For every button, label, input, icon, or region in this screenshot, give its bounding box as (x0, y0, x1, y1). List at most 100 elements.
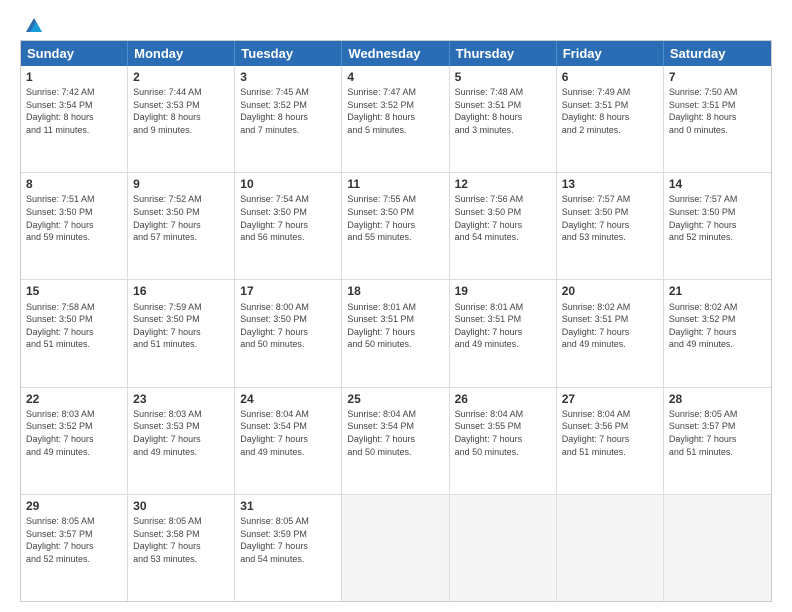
day-number: 8 (26, 176, 122, 192)
day-number: 13 (562, 176, 658, 192)
cell-info: Sunrise: 7:47 AMSunset: 3:52 PMDaylight:… (347, 86, 443, 136)
cell-info: Sunrise: 8:01 AMSunset: 3:51 PMDaylight:… (347, 301, 443, 351)
calendar-cell: 28Sunrise: 8:05 AMSunset: 3:57 PMDayligh… (664, 388, 771, 494)
calendar-cell (450, 495, 557, 601)
calendar-cell: 5Sunrise: 7:48 AMSunset: 3:51 PMDaylight… (450, 66, 557, 172)
cell-info: Sunrise: 8:02 AMSunset: 3:51 PMDaylight:… (562, 301, 658, 351)
calendar-cell (664, 495, 771, 601)
day-number: 15 (26, 283, 122, 299)
cell-info: Sunrise: 8:03 AMSunset: 3:52 PMDaylight:… (26, 408, 122, 458)
cell-info: Sunrise: 8:05 AMSunset: 3:59 PMDaylight:… (240, 515, 336, 565)
calendar-header-cell: Tuesday (235, 41, 342, 66)
calendar-header-cell: Monday (128, 41, 235, 66)
day-number: 4 (347, 69, 443, 85)
cell-info: Sunrise: 7:54 AMSunset: 3:50 PMDaylight:… (240, 193, 336, 243)
calendar-cell: 27Sunrise: 8:04 AMSunset: 3:56 PMDayligh… (557, 388, 664, 494)
day-number: 16 (133, 283, 229, 299)
logo-icon (22, 16, 44, 34)
cell-info: Sunrise: 7:59 AMSunset: 3:50 PMDaylight:… (133, 301, 229, 351)
calendar-cell: 31Sunrise: 8:05 AMSunset: 3:59 PMDayligh… (235, 495, 342, 601)
day-number: 30 (133, 498, 229, 514)
day-number: 11 (347, 176, 443, 192)
day-number: 25 (347, 391, 443, 407)
cell-info: Sunrise: 7:56 AMSunset: 3:50 PMDaylight:… (455, 193, 551, 243)
calendar-cell: 11Sunrise: 7:55 AMSunset: 3:50 PMDayligh… (342, 173, 449, 279)
day-number: 21 (669, 283, 766, 299)
day-number: 28 (669, 391, 766, 407)
day-number: 10 (240, 176, 336, 192)
cell-info: Sunrise: 8:04 AMSunset: 3:54 PMDaylight:… (240, 408, 336, 458)
cell-info: Sunrise: 7:49 AMSunset: 3:51 PMDaylight:… (562, 86, 658, 136)
calendar-cell: 12Sunrise: 7:56 AMSunset: 3:50 PMDayligh… (450, 173, 557, 279)
calendar-cell: 29Sunrise: 8:05 AMSunset: 3:57 PMDayligh… (21, 495, 128, 601)
cell-info: Sunrise: 7:57 AMSunset: 3:50 PMDaylight:… (562, 193, 658, 243)
day-number: 17 (240, 283, 336, 299)
day-number: 22 (26, 391, 122, 407)
calendar-cell: 17 Sunrise: 8:00 AMSunset: 3:50 PMDayligh… (235, 280, 342, 386)
cell-info: Sunrise: 8:04 AMSunset: 3:55 PMDaylight:… (455, 408, 551, 458)
calendar-header-cell: Thursday (450, 41, 557, 66)
calendar-cell (557, 495, 664, 601)
calendar-cell: 1Sunrise: 7:42 AMSunset: 3:54 PMDaylight… (21, 66, 128, 172)
calendar-cell (342, 495, 449, 601)
logo (20, 20, 44, 34)
calendar-cell: 16 Sunrise: 7:59 AMSunset: 3:50 PMDayligh… (128, 280, 235, 386)
day-number: 24 (240, 391, 336, 407)
day-number: 27 (562, 391, 658, 407)
day-number: 26 (455, 391, 551, 407)
calendar-cell: 30Sunrise: 8:05 AMSunset: 3:58 PMDayligh… (128, 495, 235, 601)
calendar-cell: 23Sunrise: 8:03 AMSunset: 3:53 PMDayligh… (128, 388, 235, 494)
cell-info: Sunrise: 7:55 AMSunset: 3:50 PMDaylight:… (347, 193, 443, 243)
calendar-cell: 3Sunrise: 7:45 AMSunset: 3:52 PMDaylight… (235, 66, 342, 172)
day-number: 7 (669, 69, 766, 85)
cell-info: Sunrise: 7:58 AMSunset: 3:50 PMDaylight:… (26, 301, 122, 351)
cell-info: Sunrise: 8:04 AMSunset: 3:56 PMDaylight:… (562, 408, 658, 458)
calendar-row: 8Sunrise: 7:51 AMSunset: 3:50 PMDaylight… (21, 172, 771, 279)
cell-info: Sunrise: 7:44 AMSunset: 3:53 PMDaylight:… (133, 86, 229, 136)
cell-info: Sunrise: 7:45 AMSunset: 3:52 PMDaylight:… (240, 86, 336, 136)
calendar-cell: 22Sunrise: 8:03 AMSunset: 3:52 PMDayligh… (21, 388, 128, 494)
day-number: 19 (455, 283, 551, 299)
cell-info: Sunrise: 7:42 AMSunset: 3:54 PMDaylight:… (26, 86, 122, 136)
cell-info: Sunrise: 7:57 AMSunset: 3:50 PMDaylight:… (669, 193, 766, 243)
day-number: 18 (347, 283, 443, 299)
calendar-body: 1Sunrise: 7:42 AMSunset: 3:54 PMDaylight… (21, 66, 771, 601)
cell-info: Sunrise: 8:05 AMSunset: 3:57 PMDaylight:… (669, 408, 766, 458)
calendar-cell: 24Sunrise: 8:04 AMSunset: 3:54 PMDayligh… (235, 388, 342, 494)
calendar-row: 1Sunrise: 7:42 AMSunset: 3:54 PMDaylight… (21, 66, 771, 172)
page: SundayMondayTuesdayWednesdayThursdayFrid… (0, 0, 792, 612)
day-number: 20 (562, 283, 658, 299)
day-number: 23 (133, 391, 229, 407)
calendar-header: SundayMondayTuesdayWednesdayThursdayFrid… (21, 41, 771, 66)
calendar-cell: 6Sunrise: 7:49 AMSunset: 3:51 PMDaylight… (557, 66, 664, 172)
calendar-cell: 14Sunrise: 7:57 AMSunset: 3:50 PMDayligh… (664, 173, 771, 279)
day-number: 6 (562, 69, 658, 85)
calendar-cell: 2Sunrise: 7:44 AMSunset: 3:53 PMDaylight… (128, 66, 235, 172)
calendar-cell: 8Sunrise: 7:51 AMSunset: 3:50 PMDaylight… (21, 173, 128, 279)
calendar-row: 22Sunrise: 8:03 AMSunset: 3:52 PMDayligh… (21, 387, 771, 494)
cell-info: Sunrise: 8:02 AMSunset: 3:52 PMDaylight:… (669, 301, 766, 351)
calendar-cell: 15 Sunrise: 7:58 AMSunset: 3:50 PMDayligh… (21, 280, 128, 386)
cell-info: Sunrise: 8:00 AMSunset: 3:50 PMDaylight:… (240, 301, 336, 351)
calendar-cell: 10Sunrise: 7:54 AMSunset: 3:50 PMDayligh… (235, 173, 342, 279)
day-number: 5 (455, 69, 551, 85)
calendar-cell: 9Sunrise: 7:52 AMSunset: 3:50 PMDaylight… (128, 173, 235, 279)
day-number: 2 (133, 69, 229, 85)
cell-info: Sunrise: 7:51 AMSunset: 3:50 PMDaylight:… (26, 193, 122, 243)
cell-info: Sunrise: 8:04 AMSunset: 3:54 PMDaylight:… (347, 408, 443, 458)
calendar-row: 29Sunrise: 8:05 AMSunset: 3:57 PMDayligh… (21, 494, 771, 601)
day-number: 1 (26, 69, 122, 85)
header (20, 16, 772, 34)
day-number: 29 (26, 498, 122, 514)
day-number: 3 (240, 69, 336, 85)
calendar-cell: 26Sunrise: 8:04 AMSunset: 3:55 PMDayligh… (450, 388, 557, 494)
calendar-cell: 21 Sunrise: 8:02 AMSunset: 3:52 PMDayligh… (664, 280, 771, 386)
day-number: 14 (669, 176, 766, 192)
cell-info: Sunrise: 8:03 AMSunset: 3:53 PMDaylight:… (133, 408, 229, 458)
cell-info: Sunrise: 8:05 AMSunset: 3:57 PMDaylight:… (26, 515, 122, 565)
calendar-cell: 25Sunrise: 8:04 AMSunset: 3:54 PMDayligh… (342, 388, 449, 494)
calendar-cell: 4Sunrise: 7:47 AMSunset: 3:52 PMDaylight… (342, 66, 449, 172)
calendar-cell: 7Sunrise: 7:50 AMSunset: 3:51 PMDaylight… (664, 66, 771, 172)
calendar-cell: 20 Sunrise: 8:02 AMSunset: 3:51 PMDayligh… (557, 280, 664, 386)
day-number: 12 (455, 176, 551, 192)
